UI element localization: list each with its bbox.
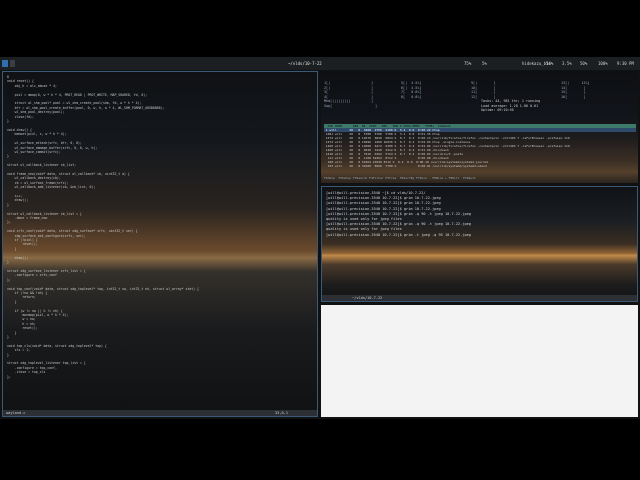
status-cpu: 75% [464, 61, 472, 66]
cpu-bars-mid: 5[| 4.5%] 6[| 4.5%] 7[ 0.0%] 8[ 0.0%] [401, 81, 421, 99]
desktop: 8 void reset() { obj_h = alc_abuse * 4; p… [0, 70, 640, 419]
terminal-statusbar: ~/vlds/10-7-22 [322, 295, 637, 301]
htop-summary: Tasks: 44, 981 thr; 1 running Load averag… [481, 99, 540, 113]
editor-statusbar: wayland.c 33,0-1 [3, 410, 317, 416]
code-editor[interactable]: 8 void reset() { obj_h = alc_abuse * 4; p… [7, 75, 199, 379]
blank-window[interactable] [321, 305, 638, 417]
cpu-bars-right: 9[| ] 10[ ] 11[ ] 12[ ] [471, 81, 496, 99]
status-disk: 54% [546, 61, 554, 66]
cpu-bars-far: 13[| 12%] 14[ ] 15[ ] 16[ ] [561, 81, 590, 99]
status-clock: 9:30 PM [617, 61, 634, 66]
meter-line: 5[| 4.5%] [401, 81, 422, 85]
htop-function-keys[interactable]: F1Help F2Setup F3Search F4Filter F5Tree … [324, 176, 476, 180]
top-status-bar: ~/vlds/10-7-22 75% 5% hidekazu_bte 54% 3… [0, 57, 640, 70]
workspace-2-button[interactable] [10, 60, 15, 67]
htop-pane[interactable]: 1[| ] 2[| ] 3[ ] 4[ ] Mem[||||||||| ] Swp[ ] … [321, 71, 638, 183]
workspace-1-button[interactable] [2, 60, 8, 67]
process-row: 333 will 20 0 31600 8560 7700 S 0:00.01 … [324, 164, 487, 168]
terminal-pane[interactable]: [will@will-precision-3540 ~]$ cd vlds/10… [321, 186, 638, 302]
meter-line: 13[| 12%] [561, 81, 590, 85]
meter-line: Swp[ ] [324, 103, 378, 108]
editor-filename: wayland.c [6, 411, 26, 415]
editor-cursor-position: 33,0-1 [275, 411, 288, 415]
terminal-line: [will@will-precision-3540 10-7-22]$ grim… [326, 232, 471, 237]
process-table[interactable]: 1 will 20 0 3268 2756 2100 R 5.2 0.0 0:0… [324, 128, 636, 168]
window-title: ~/vlds/10-7-22 [288, 61, 322, 66]
terminal-path: ~/vlds/10-7-22 [352, 296, 383, 300]
summary-line: Tasks: 44, 981 thr; 1 running [481, 99, 541, 103]
status-mem: 5% [482, 61, 487, 66]
summary-line: Uptime: 09:10:56 [481, 108, 514, 113]
terminal-output[interactable]: [will@will-precision-3540 ~]$ cd vlds/10… [326, 191, 471, 238]
status-load: 3.5% [562, 61, 572, 66]
cpu-bars-left: 1[| ] 2[| ] 3[ ] 4[ ] Mem[||||||||| ] Swp[ ] [324, 81, 377, 109]
code-line: }; [7, 374, 11, 379]
status-volume: 50% [580, 61, 588, 66]
meter-line: 16[ ] [561, 94, 586, 99]
bottom-margin [0, 419, 640, 480]
meter-line: 9[| ] [471, 81, 496, 85]
status-battery: 100% [598, 61, 608, 66]
editor-pane[interactable]: 8 void reset() { obj_h = alc_abuse * 4; p… [2, 71, 318, 417]
meter-line: 1[| ] [324, 81, 373, 85]
meter-line: 8[ 0.0%] [401, 94, 422, 99]
